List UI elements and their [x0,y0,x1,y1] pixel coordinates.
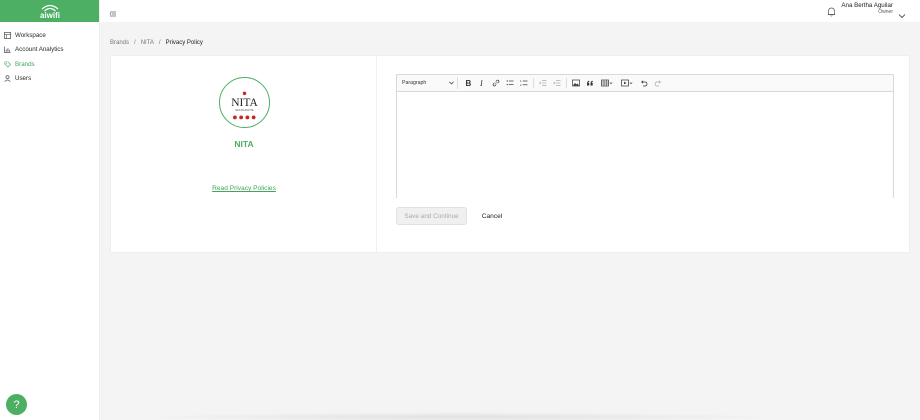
bold-icon[interactable]: B [461,77,475,89]
indent-icon[interactable] [550,77,564,89]
sidebar-item-users[interactable]: Users [0,72,99,87]
sidebar-item-brands[interactable]: Brands [0,57,99,72]
privacy-policy-card: NITA RESTAURANTE NITA Read Privacy Polic… [110,55,910,253]
cancel-button[interactable]: Cancel [475,207,509,225]
brand-name: NITA [234,139,254,149]
chevron-down-icon [449,81,454,85]
user-icon [4,75,11,83]
breadcrumb: Brands / NITA / Privacy Policy [110,40,203,46]
link-icon[interactable] [489,77,503,89]
top-bar: Ana Bertha Aguilar Owner [100,0,920,22]
app-logo[interactable]: aiwifi [0,0,99,22]
italic-icon[interactable]: I [475,77,489,89]
svg-text:B: B [466,79,472,87]
user-name: Ana Bertha Aguilar [841,2,893,9]
breadcrumb-separator: / [158,40,161,46]
tags-icon [4,61,11,68]
brand-panel: NITA RESTAURANTE NITA Read Privacy Polic… [111,56,377,252]
user-role: Owner [878,9,893,15]
bell-icon[interactable] [827,4,836,17]
breadcrumb-current: Privacy Policy [165,40,203,46]
sidebar: aiwifi Workspace Account Analytics Brand… [0,0,100,420]
bottom-shadow [130,412,790,420]
image-icon[interactable] [569,77,583,89]
svg-text:I: I [479,79,483,87]
menu-toggle-icon[interactable] [109,5,117,17]
help-button[interactable]: ? [6,394,27,415]
block-style-label: Paragraph [402,80,427,86]
bulleted-list-icon[interactable] [503,77,517,89]
numbered-list-icon[interactable]: 12 [517,77,531,89]
sidebar-item-account-analytics[interactable]: Account Analytics [0,43,99,58]
toolbar-divider [533,78,534,88]
svg-text:NITA: NITA [231,97,258,109]
save-and-continue-button[interactable]: Save and Continue [396,207,467,225]
sidebar-nav: Workspace Account Analytics Brands Users [0,28,99,86]
brand-logo: NITA RESTAURANTE [219,77,270,128]
user-menu[interactable]: Ana Bertha Aguilar Owner [841,2,893,16]
breadcrumb-brands[interactable]: Brands [110,40,129,46]
rich-text-editor: Paragraph B I 12 [396,74,894,198]
undo-icon[interactable] [637,77,651,89]
grid-icon [4,31,11,39]
sidebar-item-label: Users [15,75,32,83]
breadcrumb-brand[interactable]: NITA [141,40,154,46]
editor-toolbar: Paragraph B I 12 [397,75,893,92]
table-icon[interactable] [597,77,617,89]
svg-text:aiwifi: aiwifi [39,11,59,19]
read-privacy-policies-link[interactable]: Read Privacy Policies [111,185,377,192]
chevron-down-icon[interactable] [898,6,906,19]
toolbar-divider [566,78,567,88]
sidebar-item-label: Account Analytics [15,46,64,54]
redo-icon[interactable] [651,77,665,89]
media-embed-icon[interactable] [617,77,637,89]
sidebar-item-workspace[interactable]: Workspace [0,28,99,43]
quote-icon[interactable] [583,77,597,89]
bar-chart-icon [4,46,11,54]
sidebar-item-label: Workspace [15,31,46,39]
block-style-dropdown[interactable]: Paragraph [402,77,458,89]
svg-text:RESTAURANTE: RESTAURANTE [235,109,254,112]
editor-content[interactable] [397,92,893,198]
breadcrumb-separator: / [134,40,136,46]
outdent-icon[interactable] [536,77,550,89]
question-icon: ? [13,398,20,411]
svg-text:2: 2 [520,83,522,87]
sidebar-item-label: Brands [15,60,35,68]
